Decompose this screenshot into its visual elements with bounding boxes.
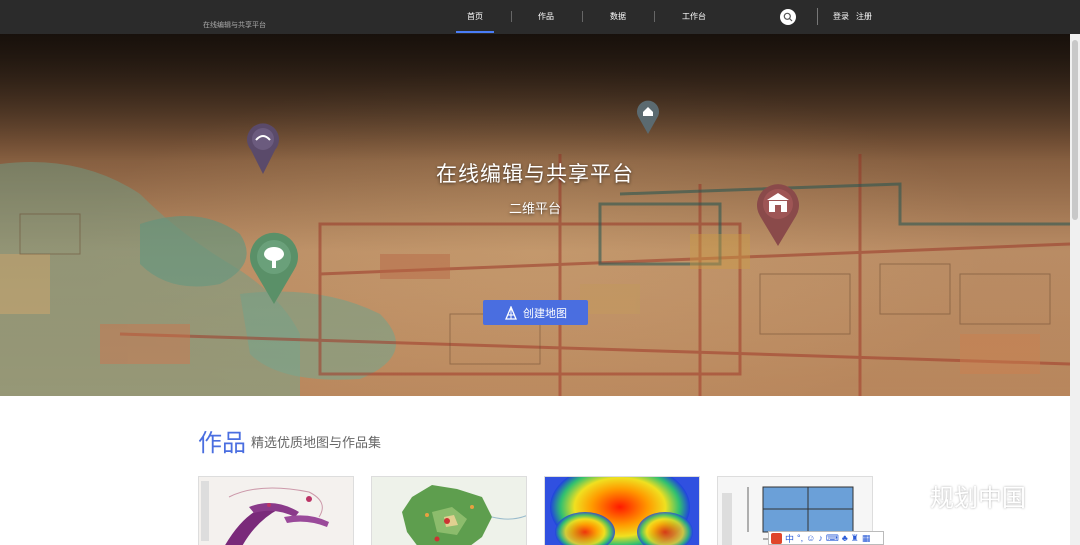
watermark: 规划中国 [888,478,1026,513]
search-icon [783,12,793,22]
hero-subtitle: 二维平台 [508,201,561,216]
hero-title: 在线编辑与共享平台 [436,163,634,186]
nav-separator [654,11,655,22]
ime-keyboard-icon[interactable]: ⌨ [826,533,839,544]
nav-separator [582,11,583,22]
ime-punctuation-icon[interactable]: °, [797,533,803,543]
ime-skin-icon[interactable]: ♣ [842,533,848,543]
ime-shirt-icon[interactable]: ♜ [851,533,859,544]
top-navbar: 在线编辑与共享平台 首页 作品 数据 工作台 登录 注册 [0,0,1080,34]
search-button[interactable] [780,9,796,25]
nav-item-workbench[interactable]: 工作台 [672,0,716,34]
map-pin-tree[interactable] [248,232,300,309]
ime-menu-icon[interactable]: ▦ [862,533,871,544]
login-link[interactable]: 登录 [833,0,849,34]
hero-banner: 在线编辑与共享平台 二维平台 创建地图 [0,34,1070,396]
create-map-button[interactable]: 创建地图 [483,300,588,325]
scrollbar-thumb[interactable] [1072,40,1078,220]
nav-active-indicator [456,31,494,33]
watermark-text: 规划中国 [930,485,1026,512]
district-map-thumbnail [372,477,526,545]
heat-map-thumbnail [545,477,699,545]
page: 在线编辑与共享平台 首页 作品 数据 工作台 登录 注册 在线编辑与共享平台 二… [0,0,1080,545]
ime-toolbar[interactable]: 中 °, ☺ ♪ ⌨ ♣ ♜ ▦ [768,531,884,545]
auth-separator [817,8,818,25]
map-pin-building[interactable] [636,98,660,139]
work-card-flow-map[interactable] [198,476,354,545]
ime-mic-icon[interactable]: ♪ [818,533,823,543]
nav-item-data[interactable]: 数据 [599,0,637,34]
nav-item-works[interactable]: 作品 [527,0,565,34]
tree-pin-icon [250,232,298,304]
works-section-title: 作品 [198,430,246,457]
nav-separator [511,11,512,22]
create-map-label: 创建地图 [523,307,567,320]
work-card-district-map[interactable] [371,476,527,545]
nav-item-home[interactable]: 首页 [456,0,494,34]
create-map-icon [505,305,517,320]
ime-language-label[interactable]: 中 [785,532,794,545]
wechat-icon [889,481,923,509]
works-section-subtitle: 精选优质地图与作品集 [251,435,382,450]
building-pin-icon [637,100,659,134]
ime-logo-icon [771,532,782,544]
flow-map-thumbnail [199,477,353,545]
work-card-heat-map[interactable] [544,476,700,545]
brand-text[interactable]: 在线编辑与共享平台 [203,20,266,30]
register-link[interactable]: 注册 [856,0,872,34]
ime-emoji-icon[interactable]: ☺ [806,533,815,543]
